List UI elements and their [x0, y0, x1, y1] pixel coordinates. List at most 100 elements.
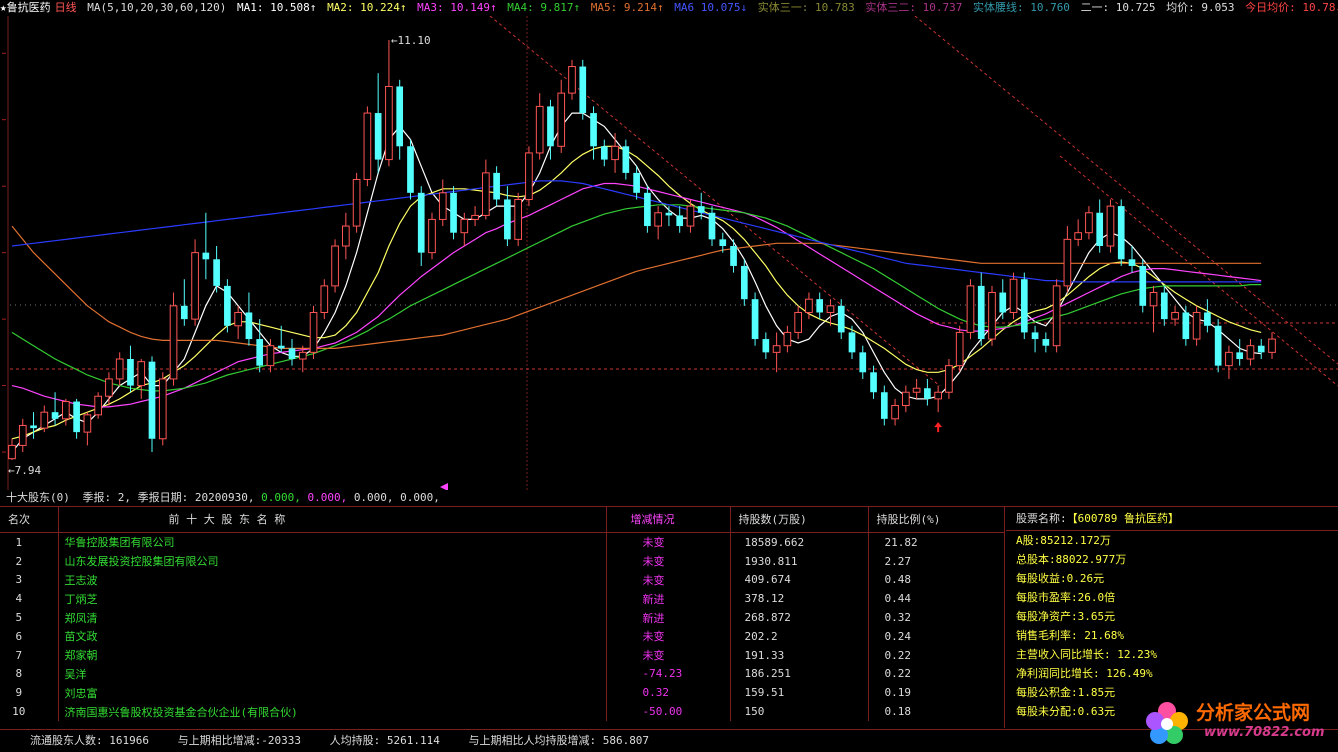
ma5-value: MA5: 9.214↑: [590, 1, 664, 14]
table-row[interactable]: 6 苗文政 未变 202.2 0.24: [0, 626, 1005, 646]
table-row[interactable]: 7 郑家朝 未变 191.33 0.22: [0, 645, 1005, 665]
candle-body: [611, 145, 619, 161]
holder-name: 吴洋: [58, 664, 607, 684]
candle: [191, 239, 199, 326]
period-label[interactable]: 日线: [55, 1, 77, 14]
holder-shares: 202.2: [730, 626, 869, 646]
candle-body: [665, 212, 673, 216]
holder-change: -74.23: [606, 664, 731, 684]
candle-body: [762, 339, 770, 353]
candle-body: [51, 412, 59, 419]
candle-body: [18, 424, 27, 446]
ma4-value: MA4: 9.817↑: [507, 1, 581, 14]
candle: [644, 186, 651, 233]
candle: [352, 172, 361, 233]
table-row[interactable]: 10 济南国惠兴鲁股权投资基金合伙企业(有限合伙) -50.00 150 0.18: [0, 702, 1005, 721]
candle: [934, 385, 942, 413]
table-row[interactable]: 1 华鲁控股集团有限公司 未变 18589.662 21.82: [0, 532, 1005, 552]
ma3-line: [11, 182, 1262, 408]
table-row[interactable]: 9 刘忠富 0.32 159.51 0.19: [0, 683, 1005, 703]
ma3-value: MA3: 10.149↑: [417, 1, 497, 14]
candle-body: [62, 401, 70, 420]
table-row[interactable]: 4 丁炳芝 新进 378.12 0.44: [0, 589, 1005, 609]
candle-body: [740, 265, 748, 300]
shiti-yao-value: 实体腰线: 10.760: [972, 1, 1070, 14]
candle-body: [870, 372, 877, 393]
candle: [213, 246, 220, 293]
table-row[interactable]: 3 王志波 未变 409.674 0.48: [0, 570, 1005, 590]
candle: [493, 166, 500, 207]
stock-title[interactable]: ★鲁抗医药: [0, 1, 51, 14]
candle-body: [654, 212, 662, 227]
col-change[interactable]: 增减情况: [606, 506, 731, 533]
candle-body: [460, 218, 469, 234]
logo-url[interactable]: www.70822.com: [1204, 725, 1325, 740]
candle-body: [180, 305, 188, 320]
candle: [224, 279, 231, 333]
candle: [40, 405, 49, 433]
candle-body: [697, 206, 705, 213]
holder-change: 未变: [606, 570, 731, 590]
holder-rank: 3: [0, 570, 59, 590]
holder-shares: 150: [730, 702, 869, 721]
table-row[interactable]: 8 吴洋 -74.23 186.251 0.22: [0, 664, 1005, 684]
candle: [579, 59, 587, 120]
candle-body: [1160, 292, 1168, 320]
candle: [83, 412, 92, 446]
candle-body: [202, 252, 210, 260]
info-row: 净利润同比增长: 126.49%: [1016, 667, 1153, 680]
table-row[interactable]: 5 郑凤清 新进 268.872 0.32: [0, 608, 1005, 627]
candle-body: [288, 348, 296, 359]
candle-body: [1214, 325, 1222, 366]
holder-change: -50.00: [606, 702, 731, 721]
f10-v1: 0.000,: [261, 491, 308, 504]
f10-bar: 十大股东(0) 季报: 2, 季报日期: 20200930, 0.000, 0.…: [0, 490, 1338, 507]
candle-body: [751, 299, 759, 340]
candle: [1063, 226, 1072, 293]
candle: [8, 438, 16, 461]
candle: [891, 398, 899, 426]
candle: [783, 325, 792, 353]
holder-change: 未变: [606, 645, 731, 665]
ma5-line: [11, 225, 1262, 349]
candle: [1139, 259, 1147, 313]
candle-body: [158, 378, 167, 440]
info-row: A股:85212.172万: [1016, 534, 1111, 547]
ma2-value: MA2: 10.224↑: [327, 1, 407, 14]
holders-body: 1 华鲁控股集团有限公司 未变 18589.662 21.82 2 山东发展投资控股集团有限…: [0, 532, 1005, 721]
holder-pct: 0.22: [868, 645, 1005, 665]
holders-change: 与上期相比增减:-20333: [177, 734, 301, 747]
candle-body: [525, 152, 533, 200]
col-name[interactable]: 前 十 大 股 东 名 称: [58, 506, 607, 533]
kline-chart[interactable]: ←11.10 ←7.94: [0, 16, 1338, 490]
candle-body: [514, 198, 522, 240]
col-pct[interactable]: 持股比例(%): [868, 506, 1005, 533]
candle-body: [234, 311, 242, 327]
candle-body: [1020, 279, 1028, 333]
candle-body: [1139, 265, 1147, 306]
candle-body: [1042, 339, 1050, 346]
candle-body: [730, 246, 737, 266]
f10-label[interactable]: 十大股东(0): [6, 491, 70, 504]
candle: [902, 385, 910, 413]
candle: [945, 359, 953, 399]
candle: [396, 79, 404, 160]
candle-body: [794, 311, 802, 333]
col-shares[interactable]: 持股数(万股): [730, 506, 869, 533]
col-rank[interactable]: 名次: [0, 506, 59, 533]
holder-name: 刘忠富: [58, 683, 607, 703]
candle-body: [493, 172, 500, 200]
candle: [611, 133, 619, 173]
ma4-line: [11, 204, 1262, 392]
candle-body: [1128, 259, 1136, 266]
candle-body: [73, 401, 80, 433]
candle-body: [148, 361, 156, 439]
candle: [234, 305, 242, 340]
candle-body: [1009, 278, 1018, 313]
candle-body: [1268, 338, 1276, 353]
table-row[interactable]: 2 山东发展投资控股集团有限公司 未变 1930.811 2.27: [0, 551, 1005, 571]
candle: [320, 279, 329, 320]
candle-body: [1031, 332, 1039, 340]
candle-body: [1246, 345, 1255, 360]
holder-rank: 10: [0, 702, 59, 721]
